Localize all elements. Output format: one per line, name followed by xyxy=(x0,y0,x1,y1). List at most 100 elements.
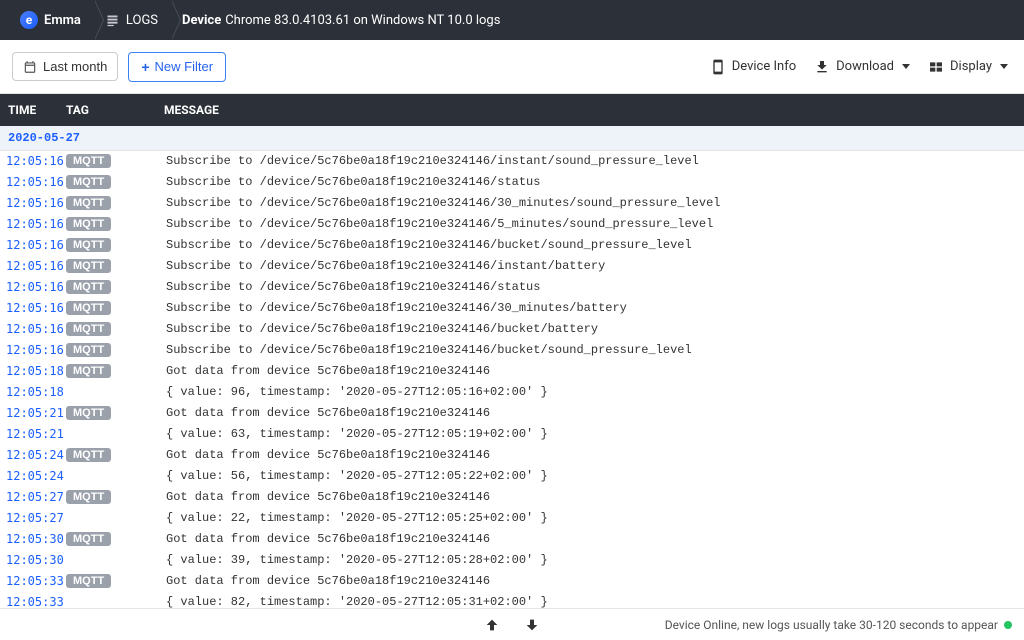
app-logo-icon: e xyxy=(20,11,38,29)
log-tag-cell: MQTT xyxy=(66,238,166,252)
log-tag-cell: MQTT xyxy=(66,217,166,231)
display-icon xyxy=(928,59,944,75)
log-row[interactable]: 12:05:24{ value: 56, timestamp: '2020-05… xyxy=(0,466,1024,487)
log-row[interactable]: 12:05:21{ value: 63, timestamp: '2020-05… xyxy=(0,424,1024,445)
log-time: 12:05:30 xyxy=(6,532,66,546)
new-filter-button[interactable]: + New Filter xyxy=(128,52,226,82)
download-label: Download xyxy=(836,59,894,74)
device-info-label: Device Info xyxy=(732,59,796,74)
display-button[interactable]: Display xyxy=(924,53,1012,81)
log-row[interactable]: 12:05:27{ value: 22, timestamp: '2020-05… xyxy=(0,508,1024,529)
display-label: Display xyxy=(950,59,992,74)
log-row[interactable]: 12:05:18{ value: 96, timestamp: '2020-05… xyxy=(0,382,1024,403)
log-tag-cell: MQTT xyxy=(66,364,166,378)
log-tag-cell: MQTT xyxy=(66,532,166,546)
breadcrumb-device[interactable]: Device Chrome 83.0.4103.61 on Windows NT… xyxy=(172,0,514,40)
arrow-down-icon[interactable] xyxy=(524,617,540,633)
log-tag-cell: MQTT xyxy=(66,259,166,273)
log-time: 12:05:18 xyxy=(6,364,66,378)
log-tag-cell: MQTT xyxy=(66,574,166,588)
tag-pill: MQTT xyxy=(66,175,111,189)
log-time: 12:05:16 xyxy=(6,196,66,210)
new-filter-label: New Filter xyxy=(155,59,214,74)
log-message: Subscribe to /device/5c76be0a18f19c210e3… xyxy=(166,154,1018,168)
footer-status-text: Device Online, new logs usually take 30-… xyxy=(665,618,998,632)
log-message: Got data from device 5c76be0a18f19c210e3… xyxy=(166,448,1018,462)
log-message: Subscribe to /device/5c76be0a18f19c210e3… xyxy=(166,238,1018,252)
log-message: Subscribe to /device/5c76be0a18f19c210e3… xyxy=(166,217,1018,231)
log-message: { value: 22, timestamp: '2020-05-27T12:0… xyxy=(166,511,1018,525)
log-message: Subscribe to /device/5c76be0a18f19c210e3… xyxy=(166,343,1018,357)
arrow-up-icon[interactable] xyxy=(484,617,500,633)
calendar-icon xyxy=(23,60,37,74)
log-message: Got data from device 5c76be0a18f19c210e3… xyxy=(166,490,1018,504)
log-time: 12:05:30 xyxy=(6,553,66,567)
logs-label: LOGS xyxy=(126,13,158,28)
log-message: Got data from device 5c76be0a18f19c210e3… xyxy=(166,532,1018,546)
device-info-button[interactable]: Device Info xyxy=(706,53,800,81)
log-message: Subscribe to /device/5c76be0a18f19c210e3… xyxy=(166,196,1018,210)
log-row[interactable]: 12:05:33 { value: 82, timestamp: '2020-05… xyxy=(0,592,1024,608)
tag-pill: MQTT xyxy=(66,238,111,252)
log-row[interactable]: 12:05:16MQTT Subscribe to /device/5c76be0… xyxy=(0,319,1024,340)
device-detail: Chrome 83.0.4103.61 on Windows NT 10.0 l… xyxy=(225,13,500,28)
tag-pill: MQTT xyxy=(66,448,111,462)
log-row[interactable]: 12:05:16MQTTSubscribe to /device/5c76be0… xyxy=(0,340,1024,361)
log-message: Got data from device 5c76be0a18f19c210e3… xyxy=(166,406,1018,420)
log-row[interactable]: 12:05:16MQTT Subscribe to /device/5c76be0… xyxy=(0,193,1024,214)
tag-pill: MQTT xyxy=(66,532,111,546)
toolbar: Last month + New Filter Device Info Down… xyxy=(0,40,1024,94)
chevron-down-icon xyxy=(1000,64,1008,69)
online-indicator-icon xyxy=(1004,621,1012,629)
log-tag-cell: MQTT xyxy=(66,196,166,210)
chevron-down-icon xyxy=(902,64,910,69)
log-tag-cell: MQTT xyxy=(66,448,166,462)
log-message: Subscribe to /device/5c76be0a18f19c210e3… xyxy=(166,175,1018,189)
date-group-row: 2020-05-27 xyxy=(0,126,1024,151)
breadcrumb-logs[interactable]: LOGS xyxy=(95,0,172,40)
log-row[interactable]: 12:05:16MQTTSubscribe to /device/5c76be0… xyxy=(0,172,1024,193)
last-month-button[interactable]: Last month xyxy=(12,52,118,81)
log-row[interactable]: 12:05:24MQTTGot data from device 5c76be0… xyxy=(0,445,1024,466)
log-row[interactable]: 12:05:30 { value: 39, timestamp: '2020-05… xyxy=(0,550,1024,571)
log-tag-cell: MQTT xyxy=(66,301,166,315)
log-row[interactable]: 12:05:30MQTT Got data from device 5c76be0… xyxy=(0,529,1024,550)
log-message: Subscribe to /device/5c76be0a18f19c210e3… xyxy=(166,322,1018,336)
breadcrumb-app[interactable]: e Emma xyxy=(10,0,95,40)
log-message: Got data from device 5c76be0a18f19c210e3… xyxy=(166,364,1018,378)
log-tag-cell: MQTT xyxy=(66,154,166,168)
log-time: 12:05:33 xyxy=(6,574,66,588)
tag-pill: MQTT xyxy=(66,343,111,357)
breadcrumb-bar: e Emma LOGS Device Chrome 83.0.4103.61 o… xyxy=(0,0,1024,40)
log-row[interactable]: 12:05:18MQTT Got data from device 5c76be0… xyxy=(0,361,1024,382)
log-tag-cell: MQTT xyxy=(66,175,166,189)
log-message: { value: 82, timestamp: '2020-05-27T12:0… xyxy=(166,595,1018,608)
log-time: 12:05:24 xyxy=(6,469,66,483)
log-message: { value: 39, timestamp: '2020-05-27T12:0… xyxy=(166,553,1018,567)
log-message: Subscribe to /device/5c76be0a18f19c210e3… xyxy=(166,259,1018,273)
log-row[interactable]: 12:05:16MQTTSubscribe to /device/5c76be0… xyxy=(0,277,1024,298)
log-time: 12:05:16 xyxy=(6,322,66,336)
tag-pill: MQTT xyxy=(66,322,111,336)
log-table-body[interactable]: 2020-05-27 12:05:16MQTTSubscribe to /dev… xyxy=(0,126,1024,608)
tag-pill: MQTT xyxy=(66,196,111,210)
log-row[interactable]: 12:05:33MQTTGot data from device 5c76be0… xyxy=(0,571,1024,592)
last-month-label: Last month xyxy=(43,59,107,74)
download-button[interactable]: Download xyxy=(810,53,914,81)
tag-pill: MQTT xyxy=(66,301,111,315)
log-row[interactable]: 12:05:16MQTTSubscribe to /device/5c76be0… xyxy=(0,151,1024,172)
log-message: Subscribe to /device/5c76be0a18f19c210e3… xyxy=(166,280,1018,294)
log-time: 12:05:16 xyxy=(6,259,66,273)
log-row[interactable]: 12:05:16MQTTSubscribe to /device/5c76be0… xyxy=(0,235,1024,256)
footer-bar: Device Online, new logs usually take 30-… xyxy=(0,608,1024,640)
log-row[interactable]: 12:05:16MQTTSubscribe to /device/5c76be0… xyxy=(0,256,1024,277)
log-row[interactable]: 12:05:21MQTTGot data from device 5c76be0… xyxy=(0,403,1024,424)
log-row[interactable]: 12:05:16MQTTSubscribe to /device/5c76be0… xyxy=(0,298,1024,319)
tag-pill: MQTT xyxy=(66,364,111,378)
log-row[interactable]: 12:05:16MQTTSubscribe to /device/5c76be0… xyxy=(0,214,1024,235)
log-time: 12:05:33 xyxy=(6,595,66,608)
device-icon xyxy=(710,59,726,75)
log-tag-cell: MQTT xyxy=(66,490,166,504)
log-row[interactable]: 12:05:27MQTTGot data from device 5c76be0… xyxy=(0,487,1024,508)
footer-status: Device Online, new logs usually take 30-… xyxy=(665,618,1012,632)
